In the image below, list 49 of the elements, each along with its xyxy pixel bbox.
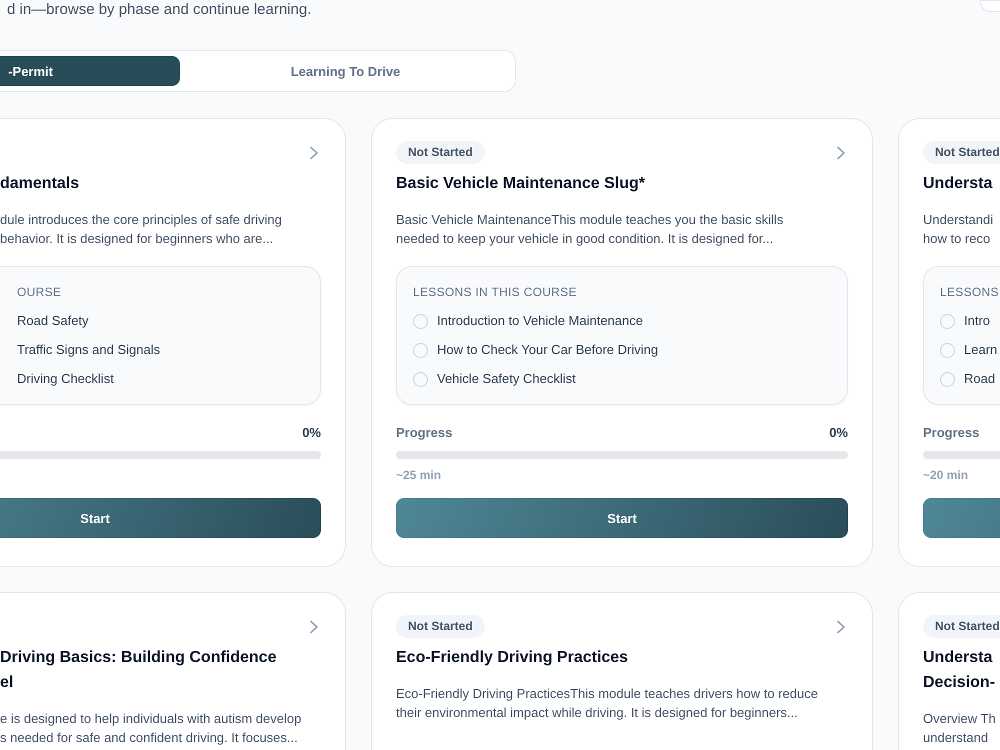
lesson-circle-icon <box>940 314 955 328</box>
lesson-title: Road <box>964 370 996 388</box>
start-button[interactable]: Start <box>396 498 848 538</box>
module-title: Understa Decision- <box>923 648 996 693</box>
lessons-heading: LESSONS IN THIS COURSE <box>413 284 578 301</box>
lesson-title: Traffic Signs and Signals <box>17 341 160 359</box>
phase-tab[interactable]: Learning To Drive <box>181 56 510 86</box>
lesson-circle-icon <box>413 314 428 328</box>
progress-label: Progress <box>923 424 980 440</box>
module-title: Understa <box>923 174 994 194</box>
status-badge: Not Started <box>923 615 1000 638</box>
lesson-title: How to Check Your Car Before Driving <box>437 341 658 359</box>
lesson-circle-icon <box>413 342 428 358</box>
lesson-title: Intro <box>964 312 990 330</box>
lesson-circle-icon <box>940 372 955 386</box>
module-title: damentals <box>0 174 80 194</box>
lesson-title: Road Safety <box>17 312 89 330</box>
lessons-heading: LESSONS <box>940 284 1000 301</box>
module-title: Basic Vehicle Maintenance Slug* <box>396 174 646 194</box>
progress-value: 0% <box>302 424 321 440</box>
lesson-title: Introduction to Vehicle Maintenance <box>437 312 643 330</box>
module-description: Eco-Friendly Driving PracticesThis module teaches drivers how to reduce their environmental impact while driving. It is designed for beginners... <box>396 685 819 722</box>
module-description: Understandi how to reco <box>923 211 994 248</box>
chevron-right-icon[interactable] <box>836 146 846 160</box>
status-badge: Not Started <box>396 615 485 638</box>
phase-tab[interactable]: -Permit <box>0 56 180 86</box>
lesson-title: Vehicle Safety Checklist <box>437 370 576 388</box>
module-description: Overview Th understand <box>923 710 997 747</box>
chevron-right-icon[interactable] <box>836 620 846 634</box>
subtitle-text: d in—browse by phase and continue learning. <box>6 0 312 20</box>
module-description: e is designed to help individuals with autism develop s needed for safe and confident driving. It focuses... <box>0 710 302 747</box>
duration-text: ~20 min <box>923 468 968 482</box>
lesson-circle-icon <box>940 342 955 358</box>
module-description: Basic Vehicle MaintenanceThis module teaches you the basic skills needed to keep your vehicle in good condition. It is designed for... <box>396 211 784 248</box>
chevron-right-icon[interactable] <box>309 146 319 160</box>
status-badge: Not Started <box>396 141 485 164</box>
progress-label: Progress <box>396 424 452 440</box>
lesson-title: Learn <box>964 341 998 359</box>
module-title: Driving Basics: Building Confidence el <box>0 648 278 693</box>
start-button[interactable]: Start <box>0 498 321 538</box>
module-title: Eco-Friendly Driving Practices <box>396 648 630 668</box>
lessons-heading: OURSE <box>17 284 62 301</box>
status-badge: Not Started <box>923 141 1000 164</box>
duration-text: ~25 min <box>396 468 442 482</box>
progress-value: 0% <box>829 424 848 440</box>
module-description: dule introduces the core principles of safe driving behavior. It is designed for beginners who are... <box>0 211 283 248</box>
chevron-right-icon[interactable] <box>309 620 319 634</box>
lesson-title: Driving Checklist <box>17 370 114 388</box>
lesson-circle-icon <box>413 372 428 386</box>
